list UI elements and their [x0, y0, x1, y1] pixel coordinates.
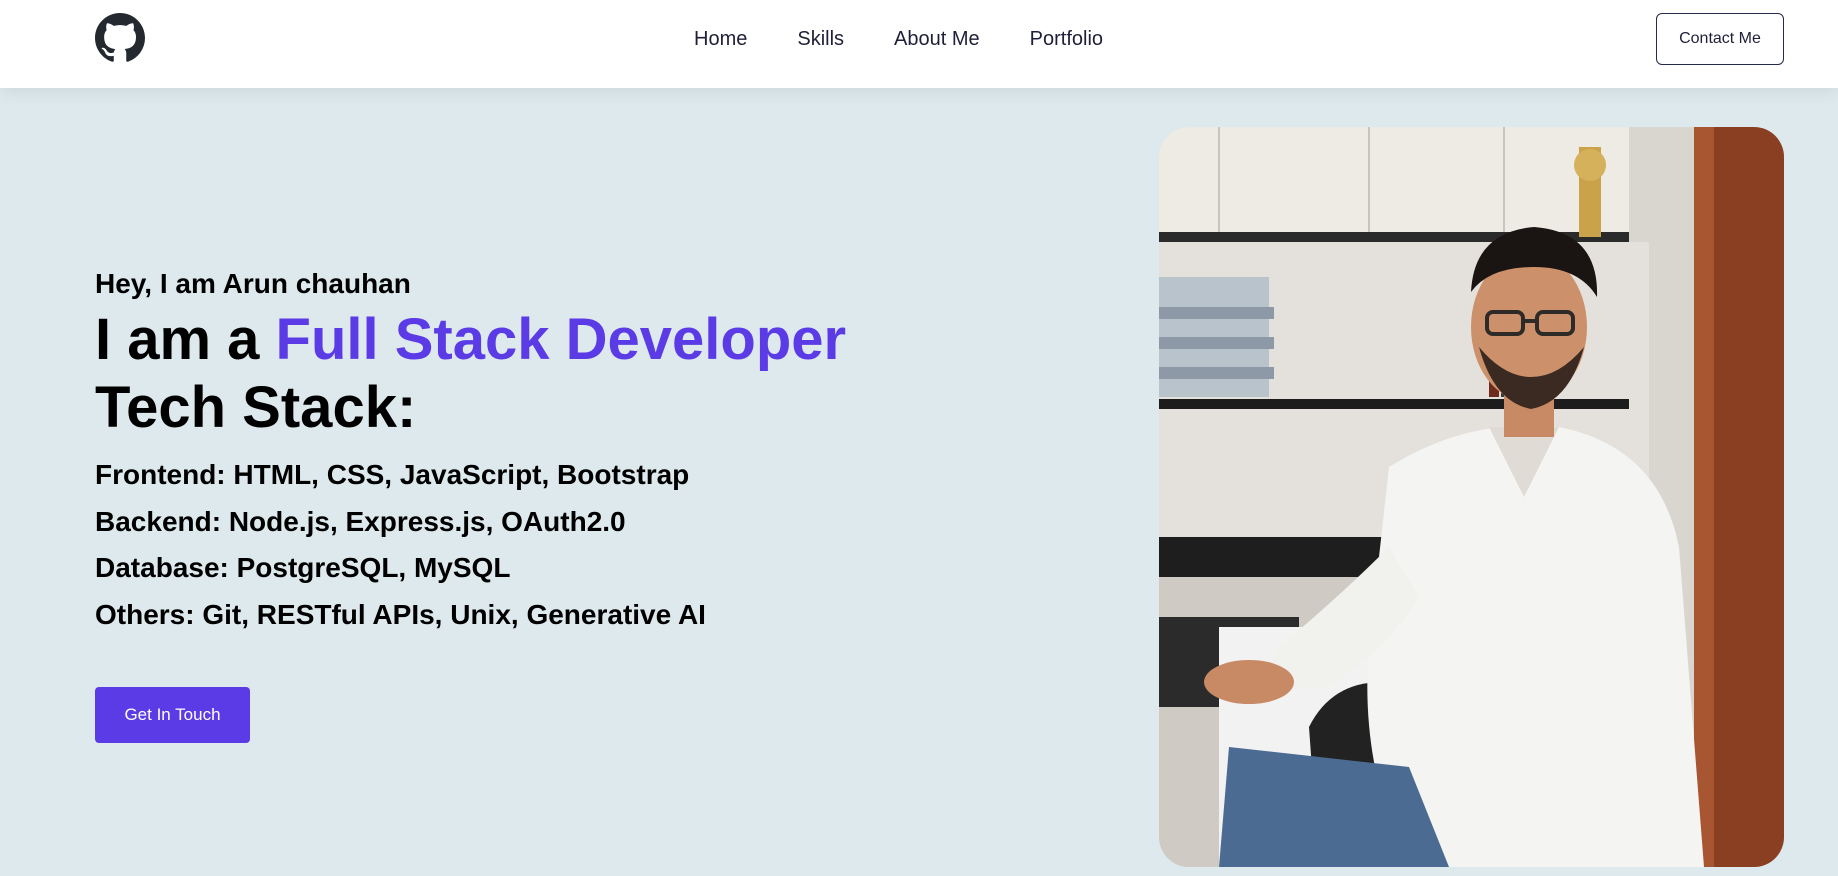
- get-in-touch-button[interactable]: Get In Touch: [95, 687, 250, 743]
- headline-accent: Full Stack Developer: [275, 307, 847, 372]
- tech-stack-title: Tech Stack:: [95, 375, 417, 440]
- nav-link-portfolio[interactable]: Portfolio: [1030, 28, 1103, 50]
- top-navbar: Home Skills About Me Portfolio Contact M…: [0, 0, 1838, 88]
- hero-headline: I am a Full Stack Developer: [95, 306, 846, 374]
- stack-backend: Backend: Node.js, Express.js, OAuth2.0: [95, 505, 626, 537]
- profile-photo: [1159, 127, 1784, 867]
- profile-photo-illustration: [1159, 127, 1784, 867]
- stack-database: Database: PostgreSQL, MySQL: [95, 552, 511, 583]
- nav-links: Home Skills About Me Portfolio: [694, 28, 1103, 50]
- stack-others: Others: Git, RESTful APIs, Unix, Generat…: [95, 598, 706, 630]
- stack-frontend: Frontend: HTML, CSS, JavaScript, Bootstr…: [95, 459, 690, 490]
- hero-greeting: Hey, I am Arun chauhan: [95, 268, 411, 299]
- headline-prefix: I am a: [95, 307, 276, 372]
- nav-link-about-me[interactable]: About Me: [894, 28, 980, 50]
- nav-link-home[interactable]: Home: [694, 28, 747, 50]
- github-icon[interactable]: [95, 13, 145, 63]
- hero-intro: Hey, I am Arun chauhan I am a Full Stack…: [95, 266, 846, 638]
- tech-stack-list: Frontend: HTML, CSS, JavaScript, Bootstr…: [95, 452, 846, 638]
- contact-me-button[interactable]: Contact Me: [1656, 13, 1784, 65]
- nav-link-skills[interactable]: Skills: [797, 28, 844, 50]
